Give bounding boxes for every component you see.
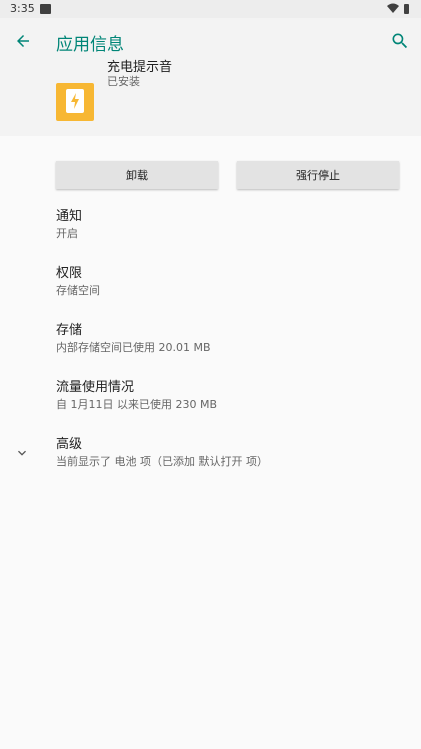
wifi-icon — [387, 3, 399, 17]
settings-item-label: 高级 — [56, 437, 83, 452]
settings-item-label: 存储 — [56, 323, 83, 338]
chevron-down-icon[interactable] — [14, 445, 30, 461]
settings-item-summary: 存储空间 — [56, 284, 100, 297]
app-icon — [56, 83, 94, 121]
settings-item-summary: 开启 — [56, 227, 78, 240]
settings-item-label: 流量使用情况 — [56, 380, 135, 395]
action-buttons: 卸载 强行停止 — [0, 161, 421, 189]
settings-item-advanced[interactable]: 高级 当前显示了 电池 项（已添加 默认打开 项） — [56, 437, 396, 469]
settings-item-summary: 内部存储空间已使用 20.01 MB — [56, 341, 211, 354]
settings-item-storage[interactable]: 存储 内部存储空间已使用 20.01 MB — [56, 323, 396, 355]
search-icon — [392, 33, 408, 49]
toolbar: 应用信息 — [0, 18, 421, 64]
lightning-icon — [71, 93, 79, 109]
uninstall-button[interactable]: 卸载 — [56, 161, 218, 189]
settings-item-permissions[interactable]: 权限 存储空间 — [56, 266, 396, 298]
settings-item-summary: 自 1月11日 以来已使用 230 MB — [56, 398, 218, 411]
search-button[interactable] — [385, 26, 415, 56]
app-info-row: 充电提示音 已安装 — [0, 60, 421, 136]
force-stop-button[interactable]: 强行停止 — [237, 161, 399, 189]
battery-icon — [404, 4, 409, 14]
back-arrow-icon — [17, 35, 29, 47]
app-icon-card — [66, 89, 84, 113]
status-bar: 3:35 — [0, 0, 421, 18]
notification-icon — [40, 4, 51, 14]
settings-item-label: 通知 — [56, 209, 83, 224]
settings-item-summary: 当前显示了 电池 项（已添加 默认打开 项） — [56, 455, 268, 468]
status-time: 3:35 — [10, 2, 35, 15]
settings-item-notifications[interactable]: 通知 开启 — [56, 209, 396, 241]
settings-item-data-usage[interactable]: 流量使用情况 自 1月11日 以来已使用 230 MB — [56, 380, 396, 412]
app-header: 应用信息 充电提示音 已安装 — [0, 18, 421, 136]
settings-item-label: 权限 — [56, 266, 83, 281]
app-install-status: 已安装 — [107, 75, 140, 88]
back-button[interactable] — [8, 26, 38, 56]
page-title: 应用信息 — [56, 35, 124, 55]
